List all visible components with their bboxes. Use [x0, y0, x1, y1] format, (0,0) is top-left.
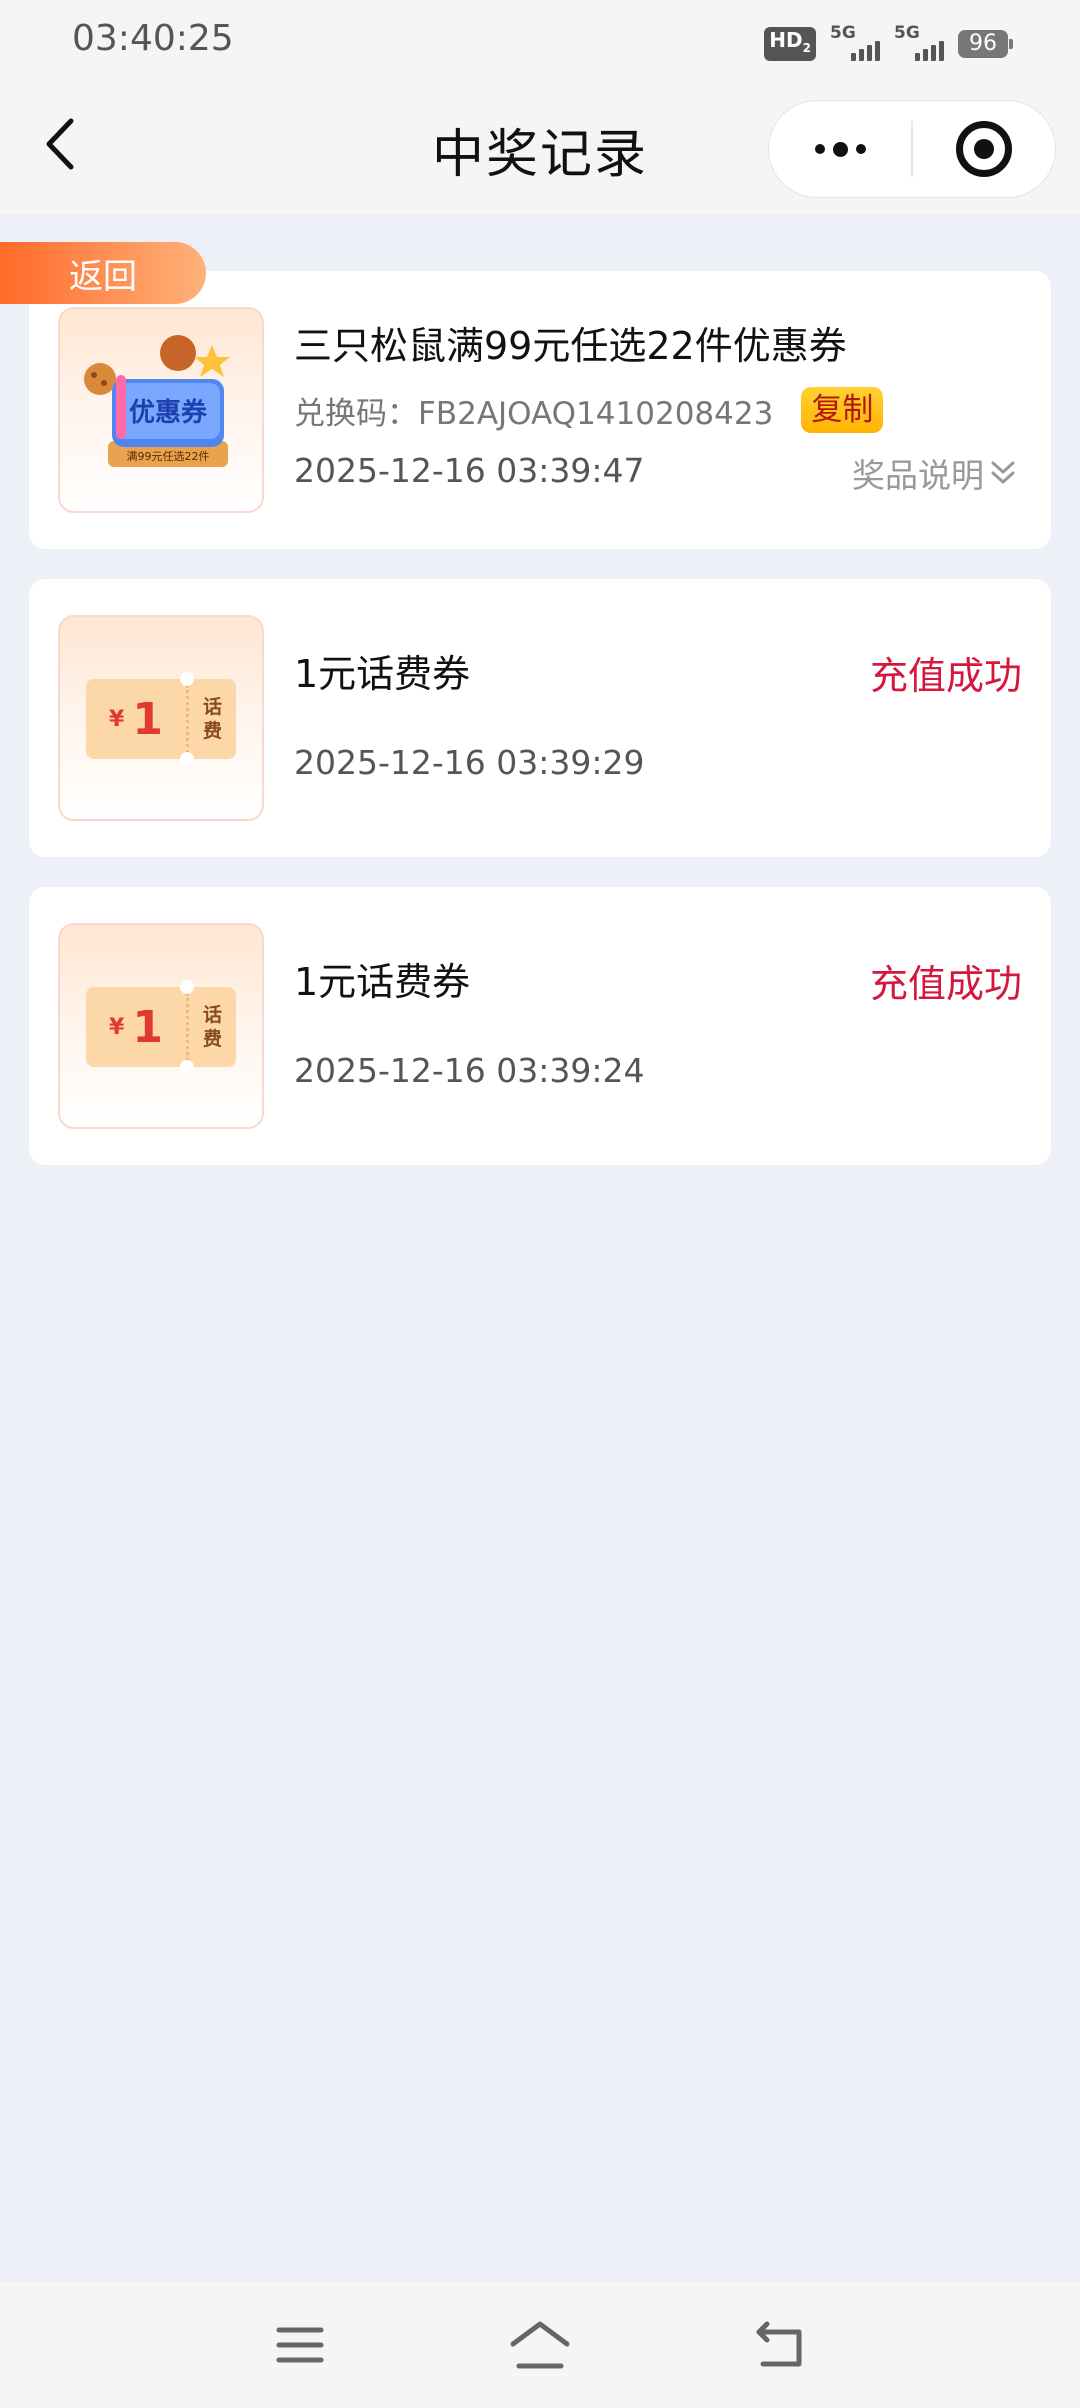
close-mini-program-button[interactable] [913, 100, 1055, 198]
prize-name: 1元话费券 [294, 960, 471, 1004]
redeem-code: 兑换码：FB2AJOAQ1410208423 [294, 395, 774, 432]
return-button[interactable]: 返回 [0, 242, 206, 304]
recharge-status: 充值成功 [869, 962, 1022, 1006]
prize-name: 1元话费券 [294, 652, 471, 696]
prize-description-label: 奖品说明 [852, 456, 984, 495]
nav-bar: 中奖记录 [0, 84, 1080, 214]
prize-description-toggle[interactable]: 奖品说明 [852, 449, 1016, 497]
system-nav-bar [0, 2282, 1080, 2408]
svg-text:满99元任选22件: 满99元任选22件 [127, 450, 210, 463]
status-bar: 03:40:25 HD2 5G 5G 96 [0, 0, 1080, 84]
prize-record-card: ¥1 话费 1元话费券 充值成功 2025-12-16 03:39:29 [29, 579, 1051, 857]
coupon-illustration-icon: 优惠券 满99元任选22件 [84, 335, 230, 467]
menu-button[interactable] [260, 2312, 340, 2378]
home-button[interactable] [500, 2312, 580, 2378]
back-icon [756, 2321, 802, 2367]
battery-icon: 96 [958, 30, 1013, 58]
home-icon [510, 2321, 570, 2369]
status-time: 03:40:25 [72, 18, 234, 59]
mini-program-capsule [768, 100, 1056, 198]
more-dots-icon [814, 144, 825, 154]
prize-record-card: 优惠券 满99元任选22件 三只松鼠满99元任选22件优惠券 兑换码：FB2AJ… [29, 271, 1051, 549]
signal-icon: 5G [830, 23, 880, 61]
hd-icon: HD2 [764, 27, 816, 61]
signal-icon: 5G [894, 23, 944, 61]
prize-record-card: ¥1 话费 1元话费券 充值成功 2025-12-16 03:39:24 [29, 887, 1051, 1165]
system-back-button[interactable] [740, 2312, 820, 2378]
status-icons: HD2 5G 5G 96 [764, 23, 1013, 64]
prize-date: 2025-12-16 03:39:47 [294, 451, 645, 490]
credit-ticket-icon: ¥1 话费 [86, 672, 236, 766]
phone-credit-thumbnail: ¥1 话费 [58, 923, 264, 1129]
credit-ticket-icon: ¥1 话费 [86, 980, 236, 1074]
prize-date: 2025-12-16 03:39:24 [294, 1051, 645, 1090]
redeem-code-row: 兑换码：FB2AJOAQ1410208423 复制 [294, 387, 884, 433]
recharge-status: 充值成功 [869, 654, 1022, 698]
target-circle-icon [955, 121, 1012, 177]
more-button[interactable] [769, 100, 911, 198]
prize-date: 2025-12-16 03:39:29 [294, 743, 645, 782]
prize-name: 三只松鼠满99元任选22件优惠券 [294, 324, 847, 368]
phone-credit-thumbnail: ¥1 话费 [58, 615, 264, 821]
menu-icon [276, 2327, 324, 2363]
coupon-thumbnail: 优惠券 满99元任选22件 [58, 307, 264, 513]
double-chevron-down-icon [991, 461, 1015, 484]
svg-text:优惠券: 优惠券 [129, 398, 208, 428]
copy-button[interactable]: 复制 [801, 387, 884, 433]
